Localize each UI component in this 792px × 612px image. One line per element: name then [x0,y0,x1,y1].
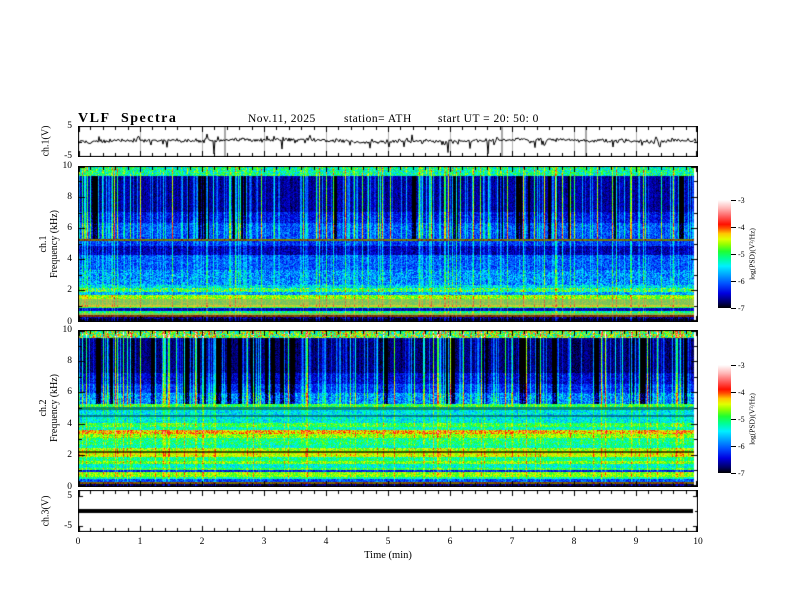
ch2-spec-axis-label-channel: ch.2 [38,399,49,417]
colorbar-tick-label: -7 [738,468,745,478]
wave1-y-tick-label: -5 [64,151,72,161]
colorbar-tick-label: -3 [738,360,745,370]
spec2-y-tick-label: 8 [67,355,72,366]
wave1-y-tick-label: 5 [67,121,72,131]
ch2-spec-axis-label-frequency: Frequency (kHz) [49,373,60,443]
plot-start-time: start UT = 20: 50: 0 [438,113,539,125]
x-tick-label: 1 [137,537,143,547]
ch1-waveform-panel [78,126,698,157]
colorbar-2-axis-label: log(PSD)(V²/Hz) [747,393,757,445]
spec1-y-tick-label: 8 [67,191,72,202]
wave3-y-tick-label: 5 [67,491,72,501]
colorbar-tick [731,227,736,228]
colorbar-1 [718,200,731,308]
spec1-y-tick-label: 2 [67,285,72,296]
x-tick-label: 3 [261,537,267,547]
spec2-y-tick-label: 10 [62,324,73,335]
colorbar-tick-label: -3 [738,195,745,205]
colorbar-tick-label: -7 [738,303,745,313]
x-tick-label: 7 [509,537,515,547]
plot-station: station= ATH [344,113,412,125]
colorbar-2 [718,365,731,473]
time-axis-label: Time (min) [364,550,412,561]
x-tick-label: 2 [199,537,205,547]
colorbar-tick-label: -4 [738,387,745,397]
ch3-waveform-panel [78,490,698,532]
ch2-spectrogram-panel [78,330,698,487]
x-tick-label: 0 [75,537,81,547]
plot-date: Nov.11, 2025 [248,113,316,125]
ch1-spec-axis-label-frequency: Frequency (kHz) [49,209,60,279]
colorbar-tick-label: -5 [738,249,745,259]
x-tick-label: 9 [633,537,639,547]
colorbar-tick [731,473,736,474]
colorbar-tick [731,446,736,447]
x-tick-label: 5 [385,537,391,547]
plot-title: VLF Spectra [78,111,178,126]
ch1-spectrogram-panel [78,166,698,322]
wave3-y-tick-label: -5 [64,521,72,531]
x-tick-label: 8 [571,537,577,547]
colorbar-tick-label: -6 [738,276,745,286]
colorbar-tick [731,281,736,282]
x-tick-label: 4 [323,537,329,547]
colorbar-tick-label: -5 [738,414,745,424]
ch2-spec-axis-label: ch.2 Frequency (kHz) [38,374,60,442]
spec2-y-tick-label: 6 [67,387,72,398]
colorbar-tick [731,254,736,255]
colorbar-tick [731,419,736,420]
colorbar-tick [731,365,736,366]
colorbar-tick [731,200,736,201]
colorbar-tick [731,392,736,393]
spec2-y-tick-label: 2 [67,450,72,461]
colorbar-tick-label: -4 [738,222,745,232]
spec2-y-tick-label: 4 [67,418,72,429]
colorbar-tick-label: -6 [738,441,745,451]
vlf-spectra-figure: VLF Spectra Nov.11, 2025 station= ATH st… [0,0,792,612]
spec1-y-tick-label: 6 [67,222,72,233]
ch1-spec-axis-label-channel: ch.1 [38,235,49,253]
x-tick-label: 6 [447,537,453,547]
colorbar-1-axis-label: log(PSD)(V²/Hz) [747,228,757,280]
spec1-y-tick-label: 10 [62,160,73,171]
spec1-y-tick-label: 4 [67,254,72,265]
x-tick-label: 10 [693,537,703,547]
ch1-spec-axis-label: ch.1 Frequency (kHz) [38,210,60,278]
spec2-y-tick-label: 0 [67,481,72,492]
colorbar-tick [731,308,736,309]
